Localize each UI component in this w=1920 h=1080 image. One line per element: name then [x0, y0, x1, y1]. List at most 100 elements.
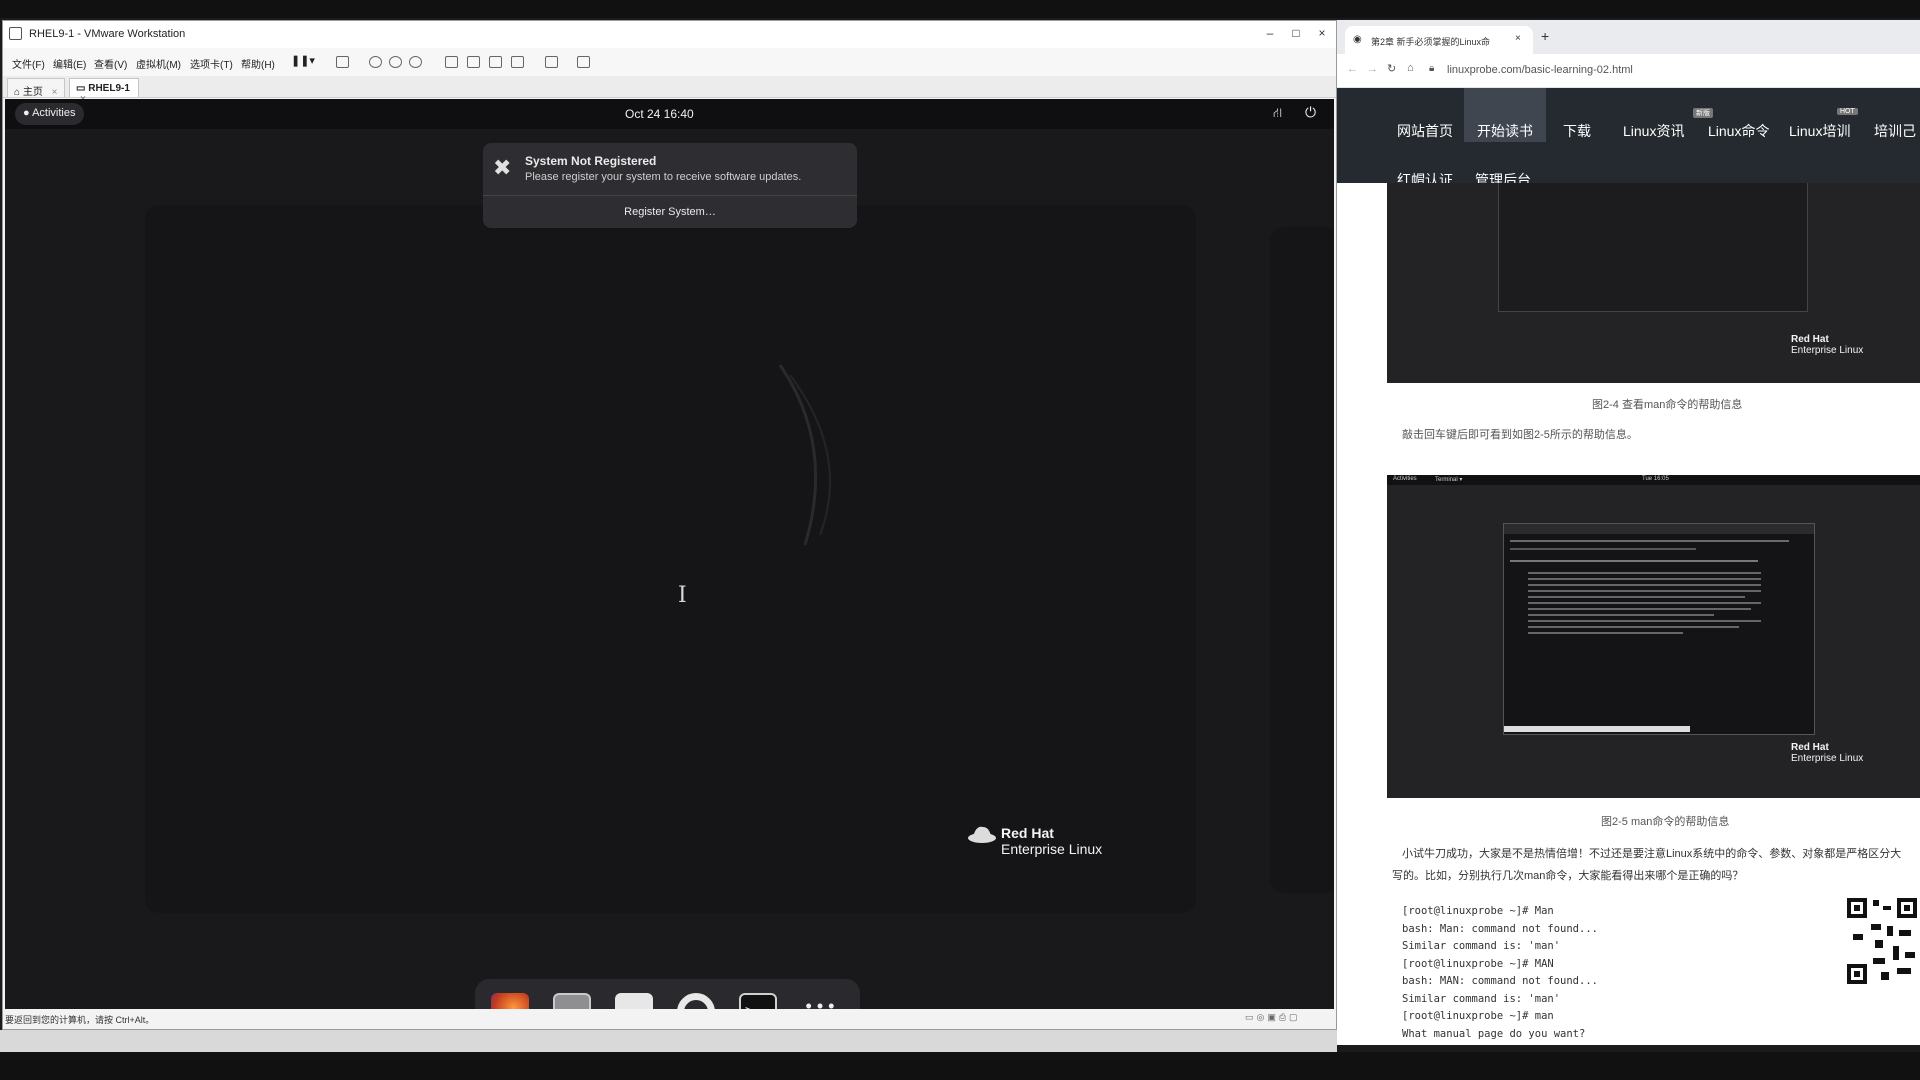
redhat-logo-line2: Enterprise Linux [1001, 841, 1103, 857]
nav-linux-news[interactable]: Linux资讯 [1623, 121, 1684, 141]
redhat-logo-line1: Red Hat [1001, 825, 1054, 841]
reload-icon[interactable]: ↻ [1387, 62, 1396, 75]
nav-linux-commands[interactable]: Linux命令 [1708, 121, 1769, 141]
vmware-menu-bar: 文件(F) 编辑(E) 查看(V) 虚拟机(M) 选项卡(T) 帮助(H) ❚❚… [3, 48, 1336, 76]
hot-badge: HOT [1837, 108, 1858, 115]
url-field[interactable]: linuxprobe.com/basic-learning-02.html [1447, 64, 1633, 76]
maximize-button[interactable]: □ [1286, 26, 1306, 40]
image-app-menu: Terminal ▾ [1435, 477, 1463, 483]
paragraph-2-line1: 小试牛刀成功，大家是不是热情倍增！不过还是要注意Linux系统中的命令、参数、对… [1402, 848, 1902, 860]
browser-tab[interactable]: ◉ 第2章 新手必须掌握的Linux命 × [1345, 26, 1533, 54]
notification-popup[interactable]: ✖ System Not Registered Please register … [483, 143, 857, 228]
new-tab-button[interactable]: + [1541, 28, 1549, 44]
caption-2-5: 图2-5 man命令的帮助信息 [1601, 816, 1730, 828]
notification-body: Please register your system to receive s… [525, 171, 802, 183]
close-button[interactable]: × [1312, 26, 1332, 40]
vmware-tab-bar: ⌂ 主页 × ▭ RHEL9-1 × [3, 76, 1336, 105]
caption-2-4: 图2-4 查看man命令的帮助信息 [1592, 399, 1743, 411]
back-icon[interactable]: ← [1347, 63, 1358, 75]
menu-tabs[interactable]: 选项卡(T) [190, 56, 233, 71]
nav-start-reading[interactable]: 开始读书 [1464, 88, 1546, 142]
forward-icon[interactable]: → [1367, 63, 1378, 75]
register-system-button[interactable]: Register System… [483, 196, 857, 228]
tab-rhel9[interactable]: ▭ RHEL9-1 × [69, 78, 139, 105]
minimize-button[interactable]: – [1260, 26, 1280, 40]
menu-help[interactable]: 帮助(H) [241, 56, 275, 71]
nav-training-cut[interactable]: 培训己 [1874, 121, 1916, 141]
snapshot-manager-icon[interactable] [409, 56, 422, 68]
top-black-bar [0, 0, 1920, 18]
home-icon: ⌂ [14, 87, 23, 98]
image-logo-line1: Red Hat [1791, 334, 1829, 345]
browser-tab-strip: ◉ 第2章 新手必须掌握的Linux命 × + [1337, 20, 1920, 54]
library-icon[interactable] [445, 56, 458, 68]
code-line: [root@linuxprobe ~]# man [1402, 1010, 1554, 1022]
image2-redhat-logo: Red Hat Enterprise Linux [1791, 742, 1863, 764]
release-hint-text: 要返回到您的计算机，请按 Ctrl+Alt。 [5, 1015, 155, 1025]
menu-view[interactable]: 查看(V) [94, 56, 127, 71]
new-badge: 新版 [1693, 108, 1713, 118]
image-clock: Tue 16:05 [1642, 476, 1669, 482]
menu-vm[interactable]: 虚拟机(M) [136, 56, 181, 71]
lock-icon: 🔒︎ [1429, 63, 1435, 74]
guest-display[interactable]: ● Activities Oct 24 16:40 ⛙ ⏻ Red Hat En… [5, 99, 1334, 1029]
bottom-black-bar [0, 1052, 1920, 1080]
nav-download[interactable]: 下载 [1563, 121, 1591, 141]
clock[interactable]: Oct 24 16:40 [625, 107, 694, 121]
activities-label: Activities [32, 107, 76, 119]
workspace-preview[interactable]: Red Hat Enterprise Linux [145, 205, 1196, 913]
image-terminal-window [1498, 183, 1808, 312]
notification-title: System Not Registered [525, 154, 657, 168]
code-line: bash: Man: command not found... [1402, 922, 1598, 935]
thumbnail-icon[interactable] [467, 56, 480, 68]
fullscreen-icon[interactable] [489, 56, 502, 68]
code-line: Similar command is: 'man' [1402, 940, 1561, 952]
activities-button[interactable]: ● Activities [15, 103, 84, 125]
gnome-top-bar: ● Activities Oct 24 16:40 ⛙ ⏻ [5, 99, 1334, 129]
workspace-preview-next[interactable] [1270, 227, 1334, 893]
pause-icon[interactable]: ❚❚▾ [291, 54, 315, 67]
console-icon[interactable] [545, 56, 558, 68]
code-line: [root@linuxprobe ~]# Man [1402, 905, 1554, 917]
menu-file[interactable]: 文件(F) [12, 56, 45, 71]
tab-home[interactable]: ⌂ 主页 × [7, 78, 65, 98]
nav-home[interactable]: 网站首页 [1397, 121, 1453, 141]
image-terminal-titlebar [1504, 524, 1814, 534]
stretch-icon[interactable] [577, 56, 590, 68]
menu-edit[interactable]: 编辑(E) [53, 56, 86, 71]
browser-tab-close[interactable]: × [1515, 33, 1521, 44]
network-icon[interactable]: ⛙ [1273, 105, 1282, 123]
article-image-2-5[interactable]: Activities Terminal ▾ Tue 16:05 Red Hat … [1387, 475, 1920, 798]
tab-home-close[interactable]: × [52, 87, 58, 98]
home-icon[interactable]: ⌂ [1407, 62, 1414, 74]
unity-icon[interactable] [511, 56, 524, 68]
desktop-strip [0, 1030, 1337, 1052]
image-activities: Activities [1393, 476, 1417, 482]
gnome-swirl-graphic [778, 364, 831, 546]
redhat-hat-icon [968, 826, 996, 843]
paragraph-2-line2: 写的。比如，分别执行几次man命令，大家能看得出来哪个是正确的吗？ [1392, 870, 1744, 882]
power-icon[interactable]: ⏻ [1305, 104, 1316, 121]
browser-address-bar: ← → ↻ ⌂ 🔒︎ linuxprobe.com/basic-learning… [1337, 54, 1920, 88]
vmware-title-bar: RHEL9-1 - VMware Workstation – □ × [3, 21, 1336, 48]
send-keys-icon[interactable] [336, 56, 349, 68]
image-gnome-bar: Activities Terminal ▾ Tue 16:05 [1387, 475, 1920, 485]
site-nav: 网站首页 开始读书 下载 Linux资讯 新版 Linux命令 Linux培训 … [1337, 88, 1920, 188]
image-man-page-terminal [1503, 523, 1815, 735]
redhat-logo: Red Hat Enterprise Linux [968, 825, 1103, 857]
nav-linux-training[interactable]: Linux培训 [1789, 121, 1850, 141]
device-status-icons[interactable]: ▭◎▣⎙▢ [1245, 1012, 1301, 1023]
code-line: bash: MAN: command not found... [1402, 975, 1598, 987]
vmware-title: RHEL9-1 - VMware Workstation [29, 28, 186, 40]
vm-icon: ▭ [76, 83, 89, 94]
image-redhat-logo: Red Hat Enterprise Linux [1791, 334, 1863, 356]
code-line: Similar command is: 'man' [1402, 992, 1561, 1005]
snapshot-icon[interactable] [369, 56, 382, 68]
tools-icon: ✖ [493, 155, 512, 180]
qr-code-icon[interactable] [1845, 896, 1920, 986]
vmware-app-icon [9, 27, 22, 40]
code-line: What manual page do you want? [1402, 1027, 1586, 1040]
snapshot-revert-icon[interactable] [389, 56, 402, 68]
article-image-2-4[interactable]: Red Hat Enterprise Linux [1387, 183, 1920, 383]
code-line: [root@linuxprobe ~]# MAN [1402, 957, 1554, 970]
